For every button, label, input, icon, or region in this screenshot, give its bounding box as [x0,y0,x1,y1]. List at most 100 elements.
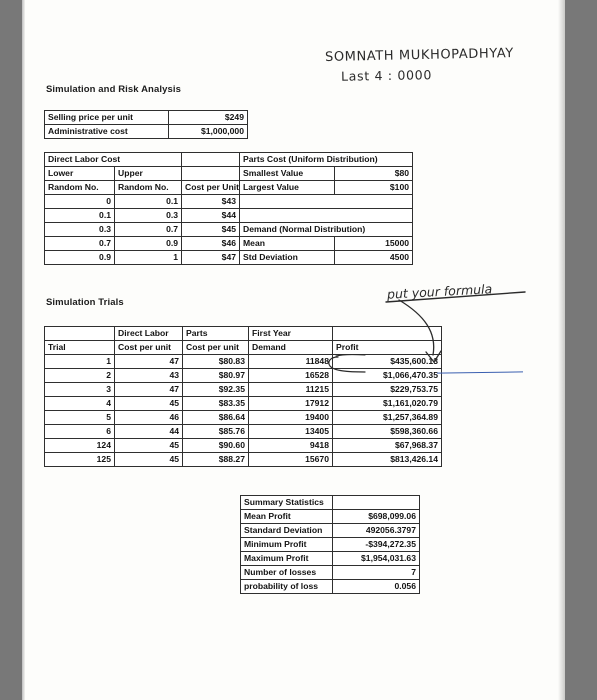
parts-cost-title: Parts Cost (Uniform Distribution) [239,152,414,167]
trials-header: First Year [248,326,333,341]
direct-labor-cost: $44 [181,208,241,223]
trials-header: Cost per unit [182,340,249,355]
trial-parts-cost: $80.83 [182,354,249,369]
trial-profit: $813,426.14 [332,452,442,467]
direct-labor-lower: 0 [44,194,115,209]
trial-number: 2 [44,368,115,383]
input-label: Selling price per unit [44,110,169,125]
parts-cost-value: $80 [334,166,414,181]
trials-header: Direct Labor [114,326,183,341]
trial-profit: $435,600.13 [332,354,442,369]
direct-labor-upper: 0.1 [113,194,183,209]
distribution-parameters-table: Direct Labor Cost Parts Cost (Uniform Dis… [43,152,414,265]
trial-demand: 16528 [248,368,333,383]
inputs-row: Selling price per unit $249 [44,110,248,125]
direct-labor-header: Random No. [44,180,115,195]
summary-title-blank [332,495,420,510]
trials-data-row: 6 44 $85.76 13405 $598,360.66 [44,424,442,439]
params-header-a-row: Lower Upper Smallest Value $80 [44,166,414,181]
parts-cost-label: Largest Value [239,180,336,195]
demand-label: Mean [239,236,336,251]
trials-header-a-row: Direct Labor Parts First Year [44,326,442,341]
summary-label: Maximum Profit [240,551,333,566]
trial-labor-cost: 45 [114,396,183,411]
handwritten-last-four: Last 4 : 0000 [340,67,433,84]
summary-label: Mean Profit [240,509,333,524]
direct-labor-header: Upper [113,166,183,181]
trial-demand: 13405 [248,424,333,439]
direct-labor-upper: 0.7 [113,222,183,237]
summary-row: Maximum Profit $1,954,031.63 [240,551,420,566]
summary-value: 7 [332,565,420,580]
summary-row: Standard Deviation 492056.3797 [240,523,420,538]
summary-title: Summary Statistics [240,495,333,510]
demand-label: Std Deviation [239,250,336,265]
direct-labor-cost: $47 [181,250,241,265]
trials-data-row: 3 47 $92.35 11215 $229,753.75 [44,382,442,397]
trial-labor-cost: 44 [114,424,183,439]
demand-title: Demand (Normal Distribution) [239,222,414,237]
direct-labor-lower: 0.9 [44,250,115,265]
direct-labor-cost: $43 [181,194,241,209]
params-header-b-row: Random No. Random No. Cost per Unit Largest… [44,180,414,195]
summary-row: Number of losses 7 [240,565,420,580]
trial-number: 3 [44,382,115,397]
trial-labor-cost: 45 [114,438,183,453]
parts-cost-label: Smallest Value [239,166,336,181]
params-title-row: Direct Labor Cost Parts Cost (Uniform Dis… [43,152,414,167]
scan-gutter-left [0,0,22,700]
trial-demand: 11848 [248,354,333,369]
direct-labor-lower: 0.7 [44,236,115,251]
direct-labor-title: Direct Labor Cost [43,152,183,167]
trial-profit: $1,161,020.79 [332,396,442,411]
page-title-simulation-risk-analysis: Simulation and Risk Analysis [46,84,181,95]
page-edge-shadow-left [22,0,25,700]
trial-number: 125 [44,452,115,467]
trial-parts-cost: $88.27 [182,452,249,467]
trial-parts-cost: $83.35 [182,396,249,411]
direct-labor-row: 0.1 0.3 $44 [44,208,414,223]
trial-parts-cost: $86.64 [182,410,249,425]
trials-data-row: 125 45 $88.27 15670 $813,426.14 [44,452,442,467]
trials-data-row: 1 47 $80.83 11848 $435,600.13 [44,354,442,369]
trials-header: Parts [182,326,249,341]
direct-labor-upper: 0.3 [113,208,183,223]
parts-cost-value: $100 [334,180,414,195]
inputs-row: Administrative cost $1,000,000 [44,124,248,139]
trials-header: Profit [332,340,442,355]
trial-parts-cost: $85.76 [182,424,249,439]
direct-labor-cost: $46 [181,236,241,251]
summary-title-row: Summary Statistics [240,495,420,510]
input-value: $1,000,000 [168,124,248,139]
summary-row: Mean Profit $698,099.06 [240,509,420,524]
trials-data-row: 4 45 $83.35 17912 $1,161,020.79 [44,396,442,411]
summary-value: $1,954,031.63 [332,551,420,566]
direct-labor-header: Random No. [113,180,183,195]
direct-labor-header: Cost per Unit [181,180,241,195]
direct-labor-row: 0 0.1 $43 [44,194,414,209]
trial-labor-cost: 46 [114,410,183,425]
trial-labor-cost: 45 [114,452,183,467]
summary-value: 0.056 [332,579,420,594]
trial-profit: $1,066,470.35 [332,368,442,383]
trial-labor-cost: 47 [114,382,183,397]
direct-labor-upper: 0.9 [113,236,183,251]
direct-labor-header: Lower [44,166,115,181]
trial-labor-cost: 47 [114,354,183,369]
trial-demand: 9418 [248,438,333,453]
summary-label: Minimum Profit [240,537,333,552]
scan-gutter-right [565,0,597,700]
trials-header: Trial [44,340,115,355]
summary-row: Minimum Profit -$394,272.35 [240,537,420,552]
trials-header-b-row: Trial Cost per unit Cost per unit Demand Pro… [44,340,442,355]
trial-demand: 17912 [248,396,333,411]
trial-number: 4 [44,396,115,411]
trial-labor-cost: 43 [114,368,183,383]
trials-header: Demand [248,340,333,355]
summary-statistics-table: Summary Statistics Mean Profit $698,099.06… [240,495,420,594]
spacer-cell [181,152,241,167]
trial-profit: $229,753.75 [332,382,442,397]
demand-value: 4500 [334,250,414,265]
trials-data-row: 5 46 $86.64 19400 $1,257,364.89 [44,410,442,425]
summary-row: probability of loss 0.056 [240,579,420,594]
